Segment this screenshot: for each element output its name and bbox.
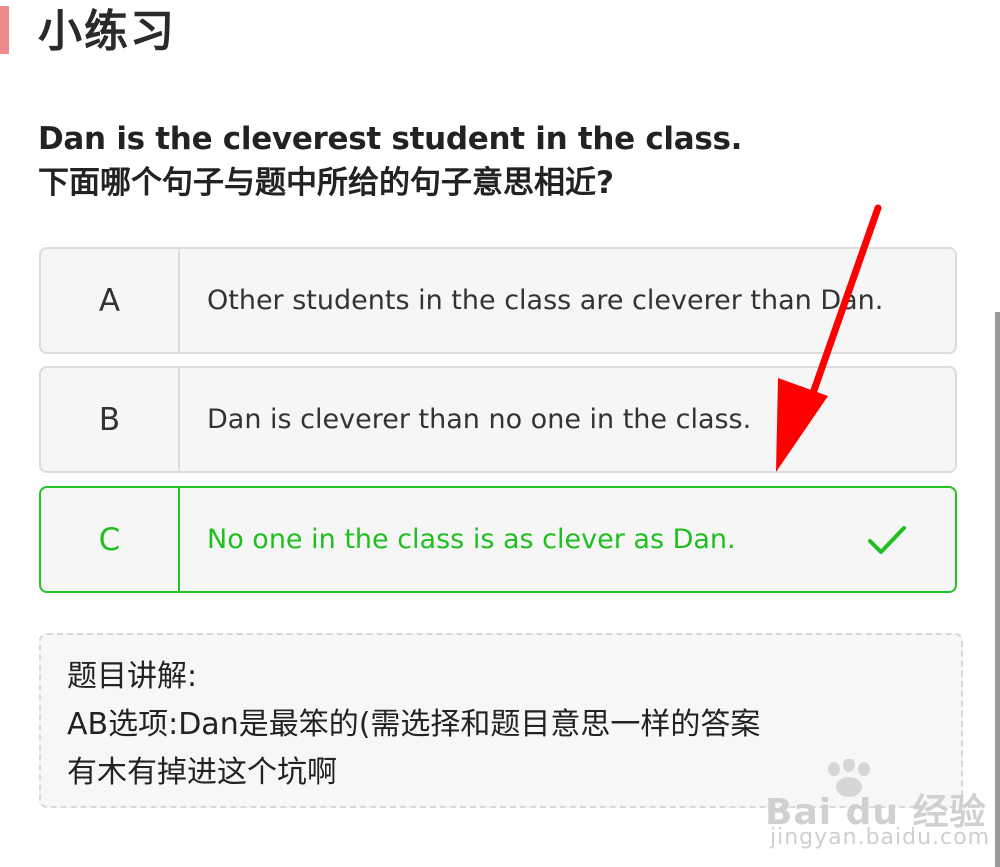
title-accent-bar: [0, 6, 9, 54]
question-block: Dan is the cleverest student in the clas…: [38, 118, 938, 206]
option-c[interactable]: C No one in the class is as clever as Da…: [39, 486, 957, 593]
option-content: No one in the class is as clever as Dan.: [180, 488, 955, 591]
explanation-title: 题目讲解:: [67, 659, 198, 694]
red-arrow-icon: [776, 204, 882, 472]
watermark-url: jingyan.baidu.com: [770, 825, 991, 850]
option-text: No one in the class is as clever as Dan.: [207, 523, 736, 555]
checkmark-icon: [868, 525, 906, 554]
explanation-line: AB选项:Dan是最笨的(需选择和题目意思一样的答案: [67, 707, 761, 742]
question-sentence: Dan is the cleverest student in the clas…: [38, 121, 743, 157]
page-title: 小练习: [38, 6, 176, 57]
option-letter: C: [41, 488, 180, 591]
baidu-watermark: Bai du 经验 jingyan.baidu.com: [760, 755, 1000, 865]
option-letter: B: [41, 368, 180, 471]
option-letter: A: [41, 249, 180, 352]
